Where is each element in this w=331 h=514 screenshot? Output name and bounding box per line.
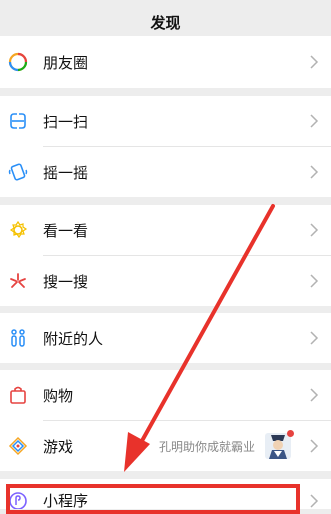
chevron-right-icon [310,274,319,288]
group-shop-games: 购物 游戏 孔明助你成就霸业 [0,370,331,471]
row-label-games: 游戏 [43,437,74,456]
game-avatar [265,430,294,459]
group-moments: 朋友圈 [0,36,331,88]
scan-icon [10,113,26,129]
chevron-right-icon [310,439,319,453]
row-label-people-nearby: 附近的人 [43,329,104,348]
group-nearby: 附近的人 [0,313,331,363]
row-search[interactable]: 搜一搜 [0,256,331,306]
chevron-right-icon [310,114,319,128]
row-people-nearby[interactable]: 附近的人 [0,313,331,363]
row-scan[interactable]: 扫一扫 [0,96,331,146]
highlight-box [6,484,300,514]
shopping-bag-icon [10,386,26,404]
chevron-right-icon [310,331,319,345]
notification-dot [287,430,294,437]
row-shopping[interactable]: 购物 [0,370,331,420]
moments-icon [8,52,28,72]
games-promo: 孔明助你成就霸业 [158,430,294,459]
chevron-right-icon [310,494,319,508]
search-icon [10,273,26,288]
row-label-shake: 摇一摇 [43,163,89,182]
group-scan-shake: 扫一扫 摇一摇 [0,96,331,197]
shake-icon [8,163,28,181]
top-stories-icon [9,220,28,239]
people-nearby-icon [11,329,25,347]
chevron-right-icon [310,55,319,69]
row-label-search: 搜一搜 [43,272,89,291]
game-icon [8,436,28,456]
row-top-stories[interactable]: 看一看 [0,205,331,255]
chevron-right-icon [310,388,319,402]
row-games[interactable]: 游戏 孔明助你成就霸业 [0,421,331,471]
group-discover: 看一看 搜一搜 [0,205,331,306]
games-promo-text: 孔明助你成就霸业 [158,439,255,454]
row-label-moments: 朋友圈 [43,53,89,72]
row-label-top-stories: 看一看 [43,221,89,240]
chevron-right-icon [310,165,319,179]
chevron-right-icon [310,223,319,237]
row-label-shopping: 购物 [43,386,74,405]
row-moments[interactable]: 朋友圈 [0,36,331,88]
row-label-scan: 扫一扫 [43,112,89,131]
page-title: 发现 [150,13,181,32]
row-shake[interactable]: 摇一摇 [0,147,331,197]
